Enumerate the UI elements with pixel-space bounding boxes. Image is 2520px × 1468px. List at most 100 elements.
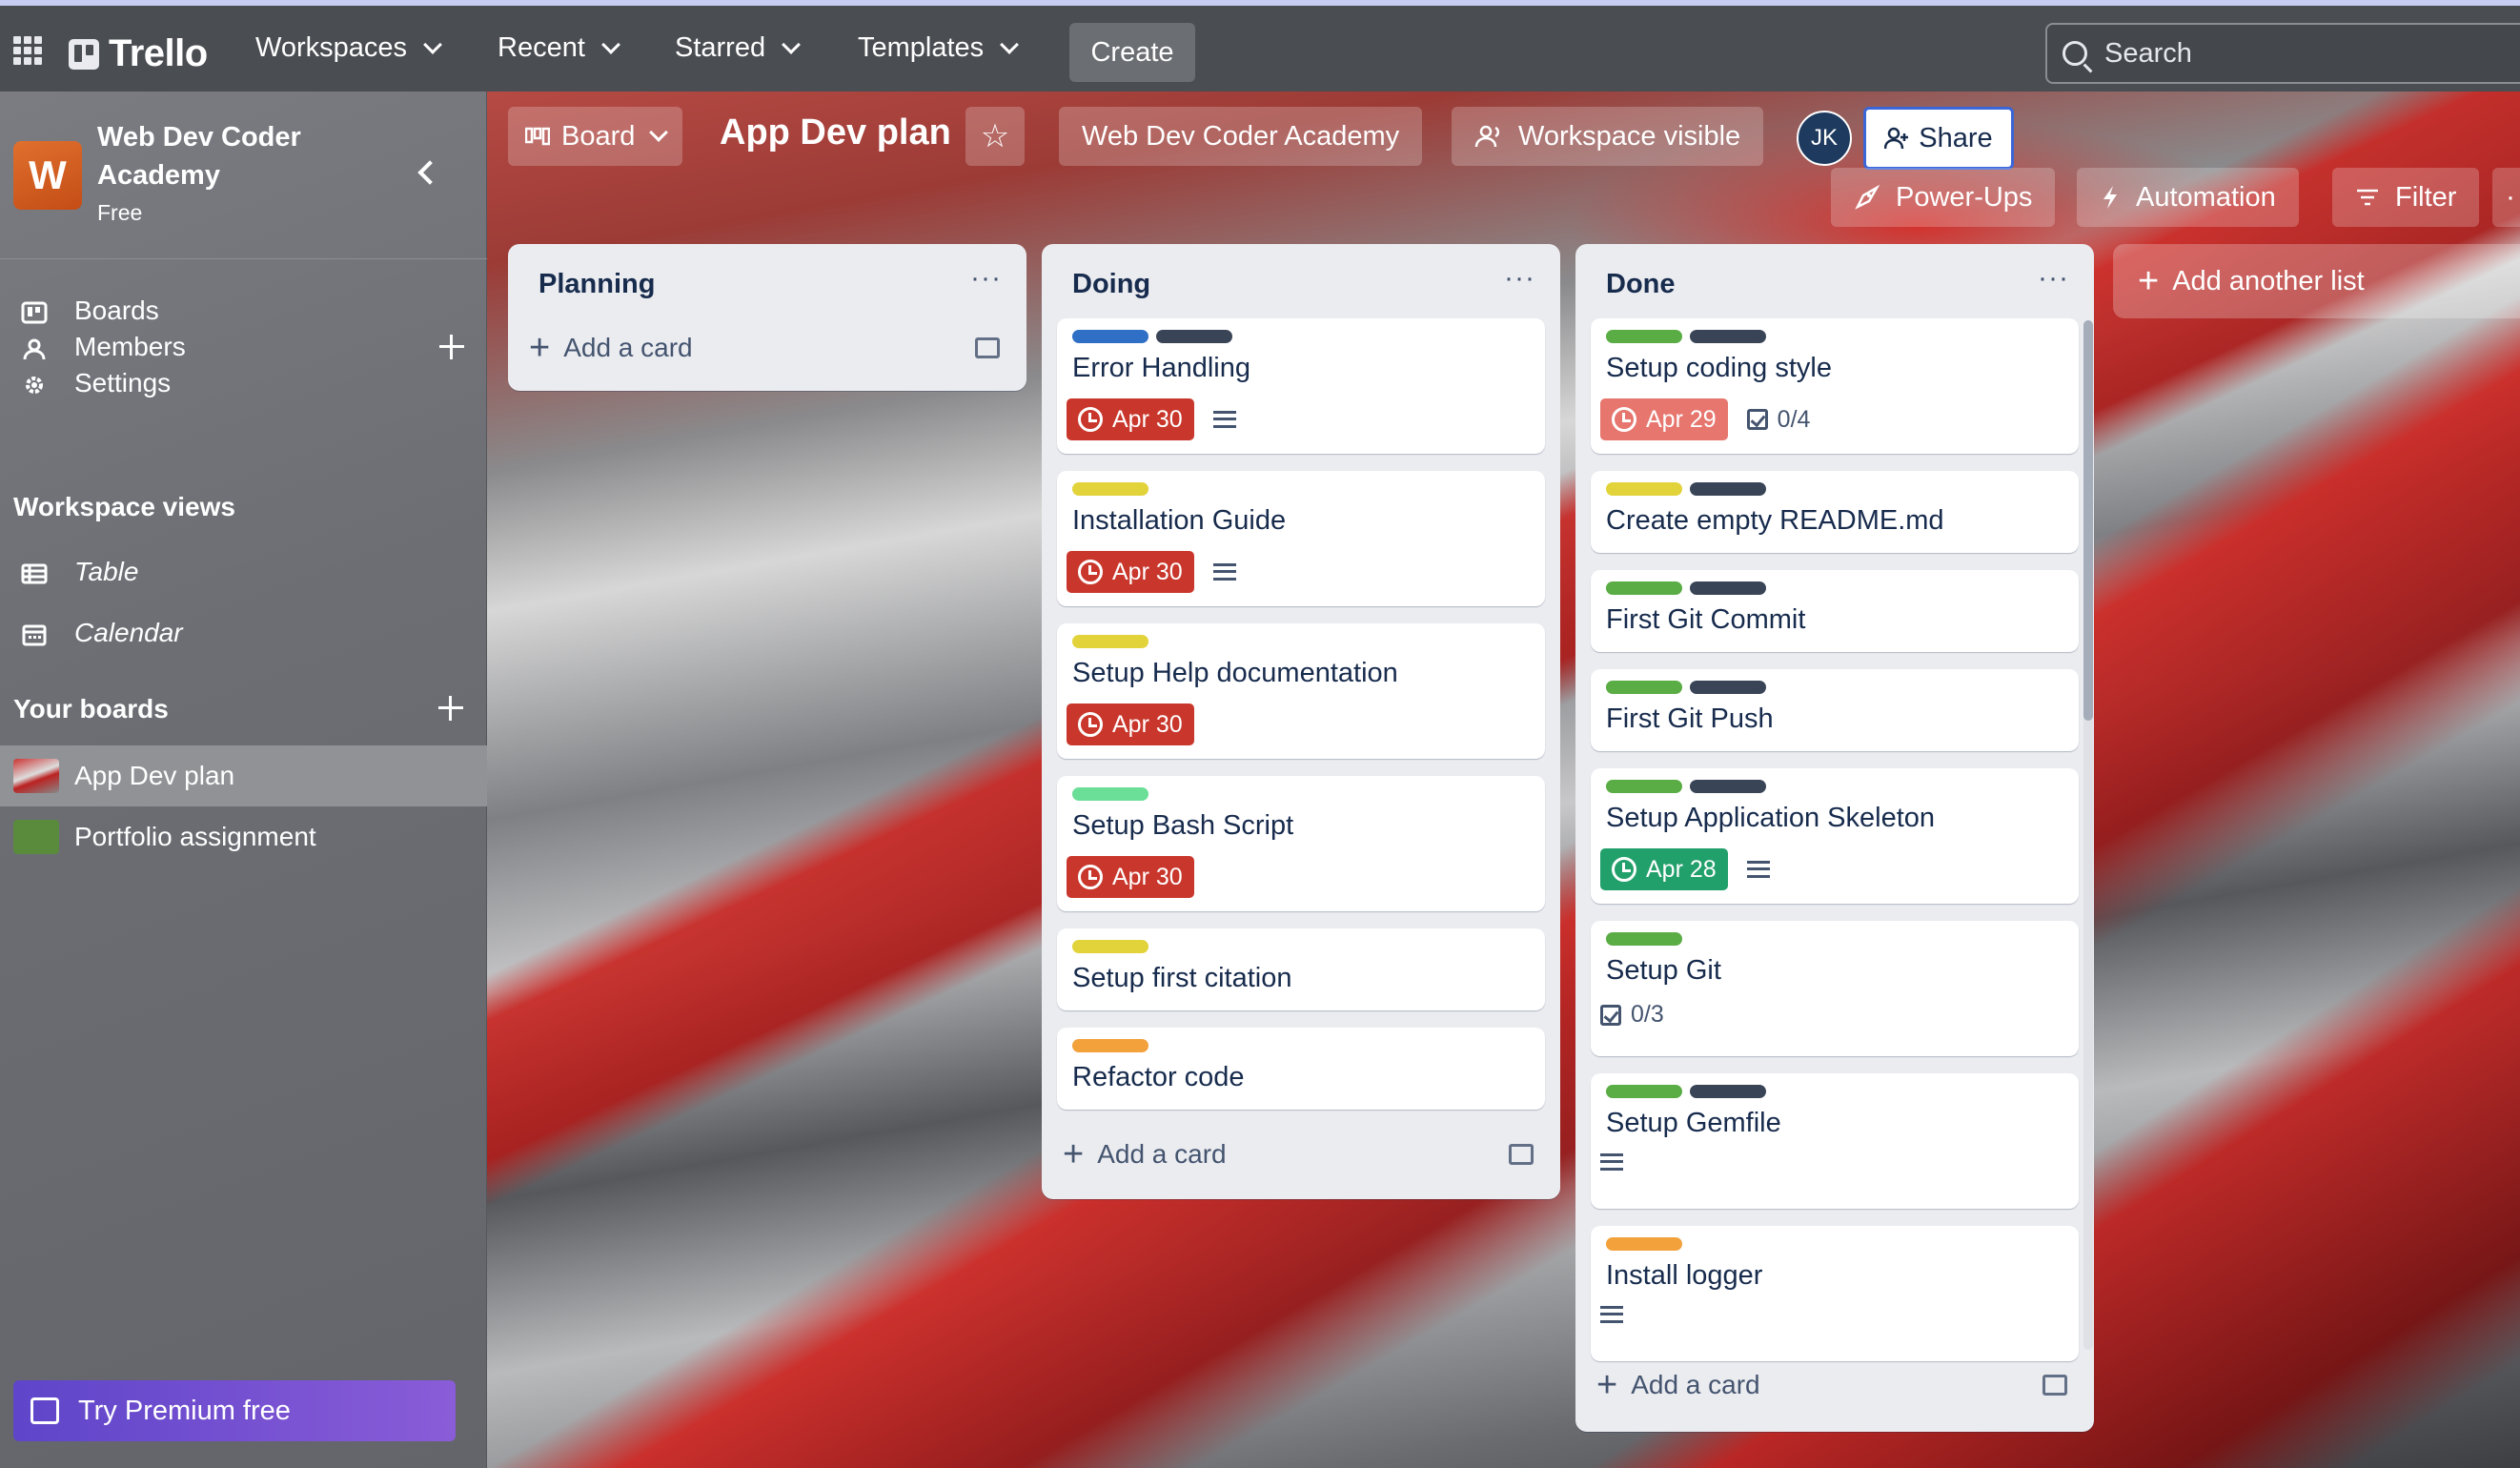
- card-badges: Apr 29 0/4: [1600, 398, 1810, 440]
- card-label[interactable]: [1072, 787, 1148, 801]
- workspace-visible-icon: [1474, 125, 1500, 148]
- card-label[interactable]: [1690, 581, 1766, 595]
- board-view-switcher[interactable]: Board: [508, 107, 683, 166]
- app-switcher-icon[interactable]: [13, 36, 42, 65]
- card[interactable]: Setup Bash Script Apr 30: [1057, 776, 1545, 911]
- due-date-badge[interactable]: Apr 29: [1600, 398, 1728, 440]
- checklist-badge: 0/3: [1600, 1001, 1664, 1029]
- add-card-button[interactable]: + Add a card: [1596, 1361, 1760, 1409]
- card[interactable]: Setup Help documentation Apr 30: [1057, 623, 1545, 759]
- card[interactable]: First Git Push: [1591, 669, 2079, 751]
- card-label[interactable]: [1606, 1237, 1682, 1251]
- collapse-sidebar-icon[interactable]: [417, 160, 442, 185]
- list-title[interactable]: Done: [1606, 269, 1676, 300]
- templates-menu[interactable]: Templates: [858, 32, 1020, 64]
- card[interactable]: Refactor code: [1057, 1028, 1545, 1110]
- scrollbar-thumb[interactable]: [2083, 320, 2093, 721]
- visibility-button[interactable]: Workspace visible: [1452, 107, 1764, 166]
- workspaces-menu[interactable]: Workspaces: [255, 32, 442, 64]
- card-label[interactable]: [1072, 635, 1148, 648]
- card-title: First Git Commit: [1606, 604, 1806, 635]
- card-label[interactable]: [1606, 780, 1682, 793]
- card-template-icon[interactable]: [2042, 1375, 2067, 1396]
- card[interactable]: Setup coding style Apr 29 0/4: [1591, 318, 2079, 454]
- list-title[interactable]: Planning: [539, 269, 655, 300]
- sidebar-item-label: Portfolio assignment: [74, 822, 316, 851]
- recent-menu[interactable]: Recent: [498, 32, 620, 64]
- card-label[interactable]: [1072, 1039, 1148, 1052]
- sidebar-board-portfolio[interactable]: Portfolio assignment: [0, 806, 487, 867]
- due-date-badge[interactable]: Apr 28: [1600, 848, 1728, 890]
- add-list-button[interactable]: + Add another list: [2113, 244, 2520, 318]
- starred-menu[interactable]: Starred: [675, 32, 802, 64]
- card-title: Setup coding style: [1606, 353, 1832, 383]
- card[interactable]: Setup Gemfile: [1591, 1073, 2079, 1209]
- add-board-icon[interactable]: [438, 696, 463, 721]
- chevron-down-icon: [1000, 34, 1020, 54]
- card-title: Install logger: [1606, 1260, 1763, 1291]
- list-menu-icon[interactable]: ···: [2038, 264, 2069, 293]
- card-label[interactable]: [1690, 1085, 1766, 1098]
- sidebar-item-settings[interactable]: Settings: [0, 355, 487, 412]
- automation-label: Automation: [2136, 181, 2276, 213]
- create-button[interactable]: Create: [1069, 23, 1195, 82]
- card-label[interactable]: [1606, 330, 1682, 343]
- card-labels: [1606, 1237, 1682, 1251]
- trello-logo[interactable]: Trello: [69, 32, 208, 75]
- card[interactable]: Setup Application Skeleton Apr 28: [1591, 768, 2079, 904]
- sidebar-item-calendar[interactable]: Calendar: [0, 604, 487, 662]
- add-card-button[interactable]: + Add a card: [1063, 1131, 1227, 1178]
- card-label[interactable]: [1606, 681, 1682, 694]
- add-card-button[interactable]: + Add a card: [529, 324, 693, 372]
- sidebar-item-table[interactable]: Table: [0, 543, 487, 601]
- list-scrollbar[interactable]: [2083, 320, 2093, 1350]
- list-title[interactable]: Doing: [1072, 269, 1150, 300]
- card[interactable]: Error Handling Apr 30: [1057, 318, 1545, 454]
- card[interactable]: Setup Git 0/3: [1591, 921, 2079, 1056]
- star-icon: ☆: [980, 118, 1010, 154]
- due-date-badge[interactable]: Apr 30: [1067, 856, 1194, 898]
- card[interactable]: First Git Commit: [1591, 570, 2079, 652]
- power-ups-button[interactable]: Power-Ups: [1831, 168, 2056, 227]
- list-menu-icon[interactable]: ···: [1504, 264, 1535, 293]
- card-label[interactable]: [1606, 581, 1682, 595]
- due-date-badge[interactable]: Apr 30: [1067, 398, 1194, 440]
- card-label[interactable]: [1606, 932, 1682, 946]
- card[interactable]: Create empty README.md: [1591, 471, 2079, 553]
- card[interactable]: Installation Guide Apr 30: [1057, 471, 1545, 606]
- sidebar-board-app-dev-plan[interactable]: App Dev plan: [0, 745, 487, 806]
- card-label[interactable]: [1156, 330, 1232, 343]
- workspace-button[interactable]: Web Dev Coder Academy: [1059, 107, 1423, 166]
- search-input[interactable]: Search: [2045, 23, 2520, 84]
- premium-label: Try Premium free: [78, 1395, 291, 1426]
- list-menu-icon[interactable]: ···: [970, 264, 1002, 293]
- card-label[interactable]: [1690, 482, 1766, 496]
- due-date-badge[interactable]: Apr 30: [1067, 703, 1194, 745]
- more-icon: ·: [2506, 181, 2515, 213]
- card[interactable]: Install logger: [1591, 1226, 2079, 1361]
- more-menu-button[interactable]: ·: [2492, 168, 2520, 227]
- card-label[interactable]: [1690, 780, 1766, 793]
- automation-button[interactable]: Automation: [2077, 168, 2299, 227]
- card-label[interactable]: [1072, 330, 1148, 343]
- share-label: Share: [1919, 122, 1993, 153]
- card[interactable]: Setup first citation: [1057, 928, 1545, 1010]
- checklist-icon: [1600, 1004, 1621, 1026]
- board-title[interactable]: App Dev plan: [720, 112, 951, 153]
- try-premium-button[interactable]: Try Premium free: [13, 1380, 456, 1441]
- card-label[interactable]: [1606, 482, 1682, 496]
- star-board-button[interactable]: ☆: [965, 107, 1025, 166]
- card-template-icon[interactable]: [975, 337, 1000, 358]
- card-label[interactable]: [1072, 940, 1148, 953]
- member-avatar[interactable]: JK: [1797, 111, 1852, 166]
- card-labels: [1606, 932, 1682, 946]
- card-label[interactable]: [1072, 482, 1148, 496]
- card-label[interactable]: [1690, 330, 1766, 343]
- card-label[interactable]: [1606, 1085, 1682, 1098]
- card-template-icon[interactable]: [1509, 1144, 1534, 1165]
- due-date-badge[interactable]: Apr 30: [1067, 551, 1194, 593]
- filter-button[interactable]: Filter: [2332, 168, 2480, 227]
- card-label[interactable]: [1690, 681, 1766, 694]
- chevron-down-icon: [600, 34, 620, 54]
- share-button[interactable]: Share: [1863, 107, 2014, 170]
